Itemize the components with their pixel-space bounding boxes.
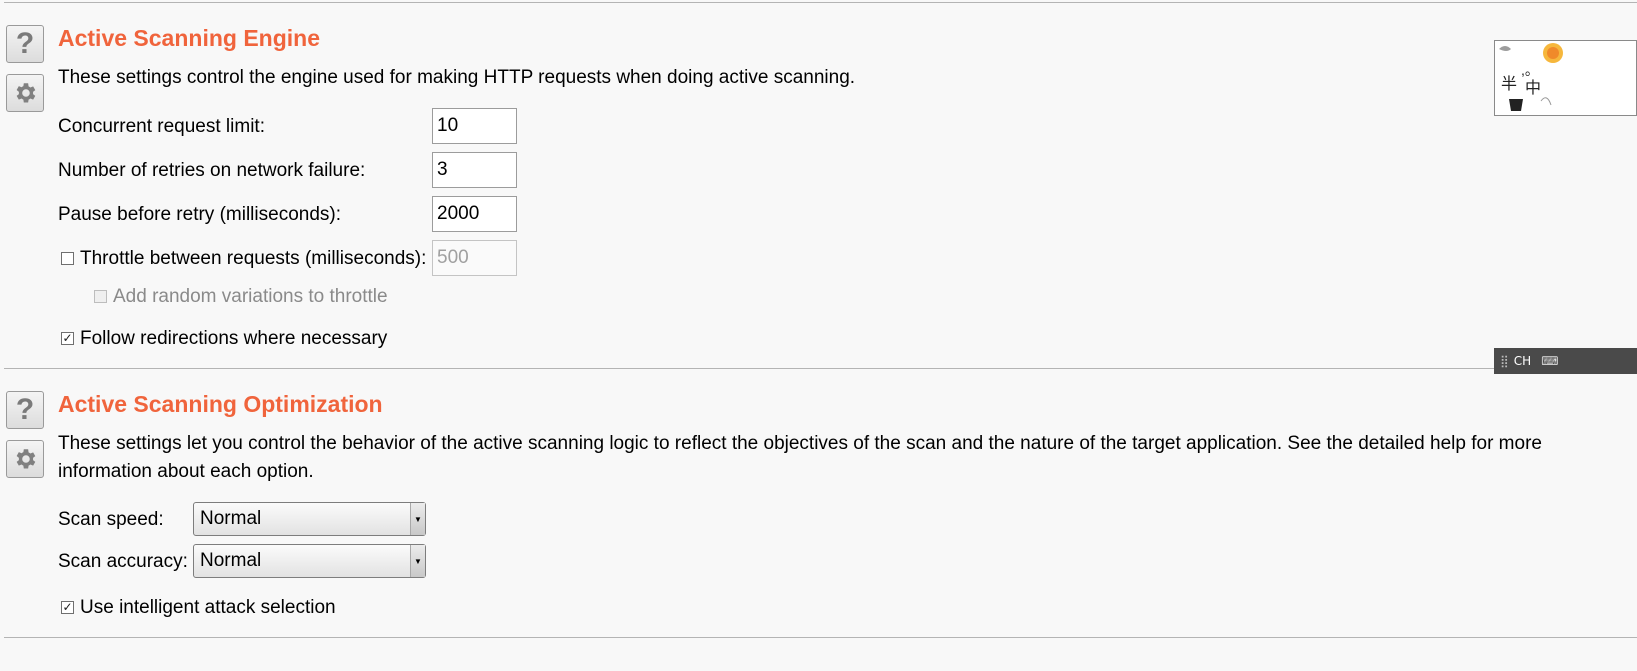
scan-accuracy-label: Scan accuracy: <box>58 551 188 572</box>
intelligent-attack-checkbox[interactable]: ✓ <box>61 601 74 614</box>
help-icon: ? <box>15 27 35 60</box>
intelligent-attack-label: Use intelligent attack selection <box>80 597 336 618</box>
follow-redirections-label: Follow redirections where necessary <box>80 328 388 349</box>
retries-input[interactable]: 3 <box>432 152 517 188</box>
ime-toolbar[interactable]: ⣿ CH ⌨ <box>1494 348 1637 374</box>
scan-speed-select[interactable]: Normal ▼ <box>193 502 426 536</box>
pause-label: Pause before retry (milliseconds): <box>58 204 341 225</box>
section-description-engine: These settings control the engine used f… <box>58 67 856 88</box>
gear-icon <box>16 83 36 103</box>
pause-input[interactable]: 2000 <box>432 196 517 232</box>
throttle-label: Throttle between requests (milliseconds)… <box>80 248 427 269</box>
top-divider <box>4 2 1637 3</box>
throttle-checkbox[interactable] <box>61 252 74 265</box>
svg-text:半: 半 <box>1501 75 1517 93</box>
settings-button-engine[interactable] <box>6 74 44 112</box>
section-title-engine: Active Scanning Engine <box>58 25 320 51</box>
ime-grip-icon: ⣿ <box>1500 354 1509 368</box>
gear-icon <box>16 449 36 469</box>
ime-language-label: CH <box>1513 354 1532 368</box>
throttle-input[interactable]: 500 <box>432 240 517 276</box>
help-button-optimization[interactable]: ? <box>6 391 44 429</box>
scan-accuracy-value: Normal <box>200 550 262 571</box>
scan-accuracy-select[interactable]: Normal ▼ <box>193 544 426 578</box>
section-title-optimization: Active Scanning Optimization <box>58 391 383 417</box>
chevron-down-icon: ▼ <box>410 545 425 577</box>
random-variations-label: Add random variations to throttle <box>113 286 388 307</box>
help-button-engine[interactable]: ? <box>6 25 44 63</box>
follow-redirections-checkbox[interactable]: ✓ <box>61 332 74 345</box>
help-icon: ? <box>15 393 35 426</box>
ime-skin-thumbnail[interactable]: 半 ,。 中 <box>1494 40 1637 116</box>
keyboard-icon[interactable]: ⌨ <box>1541 354 1558 368</box>
bottom-divider <box>4 637 1637 638</box>
svg-text:中: 中 <box>1525 79 1541 97</box>
random-variations-checkbox[interactable] <box>94 290 107 303</box>
concurrent-limit-input[interactable]: 10 <box>432 108 517 144</box>
scan-speed-value: Normal <box>200 508 262 529</box>
chevron-down-icon: ▼ <box>410 503 425 535</box>
ime-skin-image: 半 ,。 中 <box>1499 43 1563 111</box>
concurrent-limit-label: Concurrent request limit: <box>58 116 265 137</box>
section-divider <box>4 368 1637 369</box>
svg-text:,。: ,。 <box>1521 62 1539 78</box>
settings-button-optimization[interactable] <box>6 440 44 478</box>
retries-label: Number of retries on network failure: <box>58 160 366 181</box>
section-description-optimization: These settings let you control the behav… <box>58 433 1542 482</box>
scan-speed-label: Scan speed: <box>58 509 164 530</box>
